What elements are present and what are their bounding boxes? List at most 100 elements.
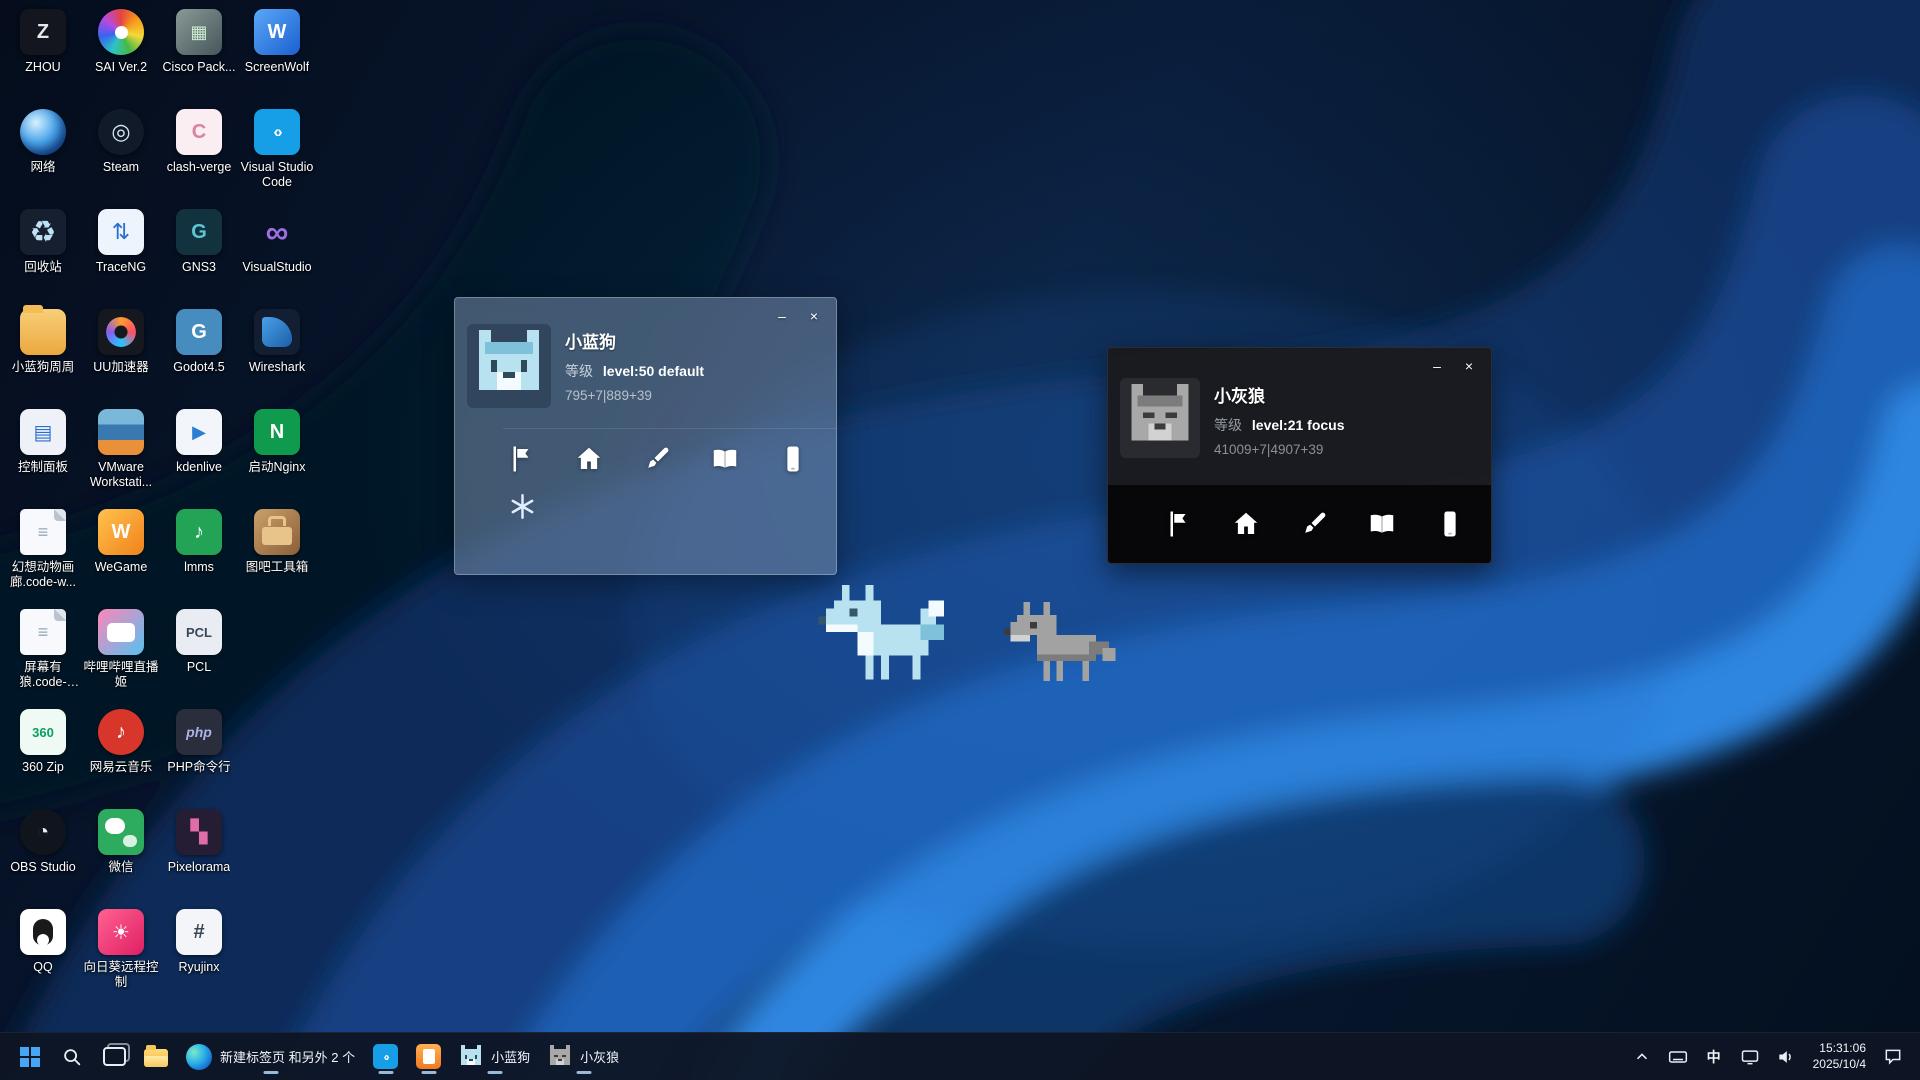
pet-buff-row [507,491,836,525]
desktop-icon[interactable]: Pixelorama [160,806,238,906]
desktop-icon-label: GNS3 [182,260,216,275]
desktop-icon[interactable]: 回收站 [4,206,82,306]
vscode-taskbar-button[interactable] [365,1037,406,1077]
chevron-up-icon [1634,1049,1650,1065]
desktop-icon-image [176,209,222,255]
desktop-icon[interactable]: UU加速器 [82,306,160,406]
desktop-icon[interactable]: Steam [82,106,160,206]
desktop-icon[interactable]: 哔哩哔哩直播姬 [82,606,160,706]
level-value: level:21 focus [1252,417,1345,433]
pet-app-label: 小灰狼 [580,1047,619,1066]
desktop-icon-image [20,409,66,455]
flag-action-button[interactable] [1160,506,1196,542]
file-explorer-button[interactable] [136,1037,176,1077]
desktop-icon[interactable]: clash-verge [160,106,238,206]
taskbar-clock[interactable]: 15:31:06 2025/10/4 [1805,1037,1874,1077]
desktop-icon[interactable]: 屏幕有狼.code-wor... [4,606,82,706]
desktop-icon[interactable]: GNS3 [160,206,238,306]
desktop-icon[interactable]: VMware Workstati... [82,406,160,506]
close-button[interactable]: × [1455,354,1483,378]
pet-app-button-blue-dog[interactable]: 小蓝狗 [451,1037,538,1077]
close-button[interactable]: × [800,304,828,328]
pet-window-grey-wolf: – × 小灰狼 等级 level:21 focus 41009+7|4907+3… [1107,347,1492,564]
search-button[interactable] [52,1037,92,1077]
desktop-icon[interactable]: WeGame [82,506,160,606]
minimize-button[interactable]: – [768,304,796,328]
desktop-icon[interactable]: 微信 [82,806,160,906]
phone-action-button[interactable] [775,441,811,477]
pet-app-button-grey-wolf[interactable]: 小灰狼 [540,1037,627,1077]
snowflake-buff-icon[interactable] [507,491,537,521]
desktop-icon[interactable]: VisualStudio [238,206,316,306]
desktop-icon-label: Steam [103,160,139,175]
desktop-icon[interactable]: Godot4.5 [160,306,238,406]
desktop-icon[interactable]: 360 Zip [4,706,82,806]
desktop-icon[interactable]: Visual Studio Code [238,106,316,206]
windows-logo-icon [20,1047,29,1056]
desktop-icon[interactable]: 启动Nginx [238,406,316,506]
desktop-icon[interactable]: 图吧工具箱 [238,506,316,606]
minimize-button[interactable]: – [1423,354,1451,378]
desktop-icon-image [176,109,222,155]
task-view-button[interactable] [94,1037,134,1077]
desktop-icon-image [254,209,300,255]
desktop-icon-image [20,709,66,755]
grey-wolf-taskbar-icon [548,1045,572,1069]
desktop-pet-grey-wolf[interactable] [1004,602,1122,699]
desktop-icon[interactable]: 幻想动物画廊.code-w... [4,506,82,606]
desktop-icon-label: Visual Studio Code [239,160,315,190]
blue-dog-taskbar-icon [459,1045,483,1069]
desktop-icon[interactable]: OBS Studio [4,806,82,906]
desktop-icon[interactable]: 向日葵远程控制 [82,906,160,1006]
desktop-icon-label: WeGame [95,560,148,575]
desktop-icon[interactable]: Ryujinx [160,906,238,1006]
home-action-button[interactable] [1228,506,1264,542]
brush-action-button[interactable] [639,441,675,477]
desktop-icon[interactable]: kdenlive [160,406,238,506]
desktop-icon[interactable]: PCL [160,606,238,706]
notification-center-button[interactable] [1876,1037,1910,1077]
desktop-pet-blue-dog[interactable] [818,585,960,700]
book-action-button[interactable] [707,441,743,477]
desktop-icon[interactable]: lmms [160,506,238,606]
desktop-icon-label: 网络 [30,160,55,175]
desktop-icon-label: Cisco Pack... [163,60,236,75]
flag-action-button[interactable] [503,441,539,477]
desktop-icon[interactable]: SAI Ver.2 [82,6,160,106]
hidden-icons-chevron[interactable] [1625,1037,1659,1077]
desktop-icon[interactable]: PHP命令行 [160,706,238,806]
desktop-icon[interactable]: 控制面板 [4,406,82,506]
start-button[interactable] [10,1037,50,1077]
edge-tabs-button[interactable]: 新建标签页 和另外 2 个 [178,1037,363,1077]
volume-button[interactable] [1769,1037,1803,1077]
ime-indicator[interactable]: 中 [1697,1037,1731,1077]
desktop-icon[interactable]: TraceNG [82,206,160,306]
desktop-icon[interactable]: 网易云音乐 [82,706,160,806]
desktop-icon[interactable]: Wireshark [238,306,316,406]
desktop-icon[interactable]: 小蓝狗周周 [4,306,82,406]
notification-bubble-icon [1883,1047,1903,1067]
phone-action-button[interactable] [1432,506,1468,542]
book-action-button[interactable] [1364,506,1400,542]
desktop-icon[interactable]: ZHOU [4,6,82,106]
desktop-icon-label: 控制面板 [18,460,68,475]
desktop-icon-label: Pixelorama [168,860,231,875]
brush-action-button[interactable] [1296,506,1332,542]
desktop-icon[interactable]: ScreenWolf [238,6,316,106]
home-action-button[interactable] [571,441,607,477]
desktop-icon-image [254,109,300,155]
desktop-icon-image [176,709,222,755]
desktop-icon-label: lmms [184,560,214,575]
desktop-icon[interactable]: QQ [4,906,82,1006]
desktop-icon-image [20,609,66,655]
desktop-icon-label: VMware Workstati... [83,460,159,490]
desktop-icon[interactable]: 网络 [4,106,82,206]
pet-level-row: 等级 level:21 focus [1214,415,1345,435]
orange-app-taskbar-button[interactable] [408,1037,449,1077]
desktop-icon-image [176,9,222,55]
ime-label: 中 [1707,1047,1721,1067]
desktop-icon[interactable]: Cisco Pack... [160,6,238,106]
touch-keyboard-button[interactable] [1661,1037,1695,1077]
cast-display-button[interactable] [1733,1037,1767,1077]
file-explorer-icon [144,1049,168,1067]
